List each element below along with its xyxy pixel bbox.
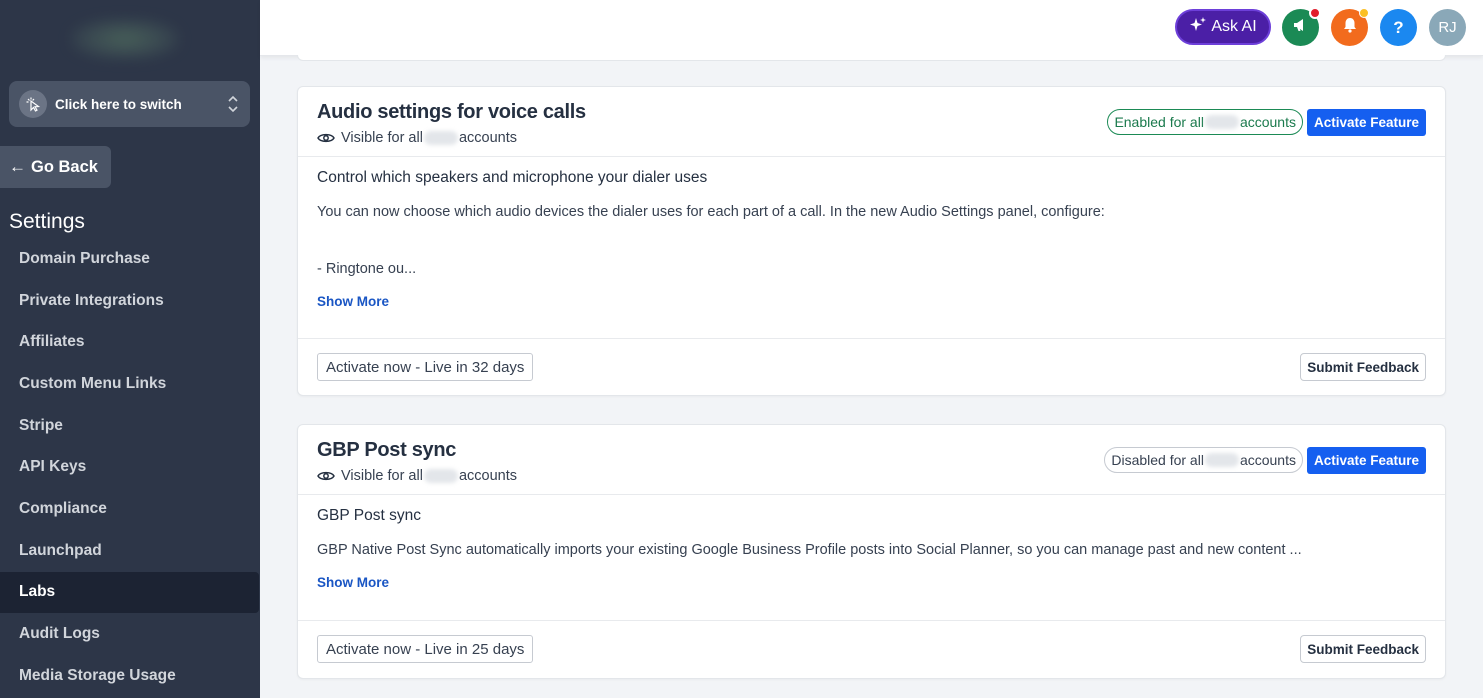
feature-card-body: Control which speakers and microphone yo…	[298, 157, 1445, 339]
show-more-link[interactable]: Show More	[317, 294, 389, 309]
avatar[interactable]: RJ	[1429, 9, 1466, 46]
feature-card-footer: Activate now - Live in 25 days Submit Fe…	[298, 621, 1445, 678]
feature-card-header: GBP Post sync Visible for all accounts D…	[298, 425, 1445, 495]
feature-description-line: - Ringtone ou...	[317, 261, 417, 277]
submit-feedback-button[interactable]: Submit Feedback	[1300, 635, 1426, 663]
feature-subtitle: GBP Post sync	[317, 507, 421, 524]
ask-ai-label: Ask AI	[1211, 18, 1257, 35]
avatar-initials: RJ	[1438, 19, 1457, 36]
visibility-suffix: accounts	[458, 468, 517, 484]
notification-dot	[1359, 8, 1369, 18]
activate-now-button[interactable]: Activate now - Live in 25 days	[317, 635, 534, 663]
ask-ai-button[interactable]: Ask AI	[1175, 9, 1271, 45]
redacted-name	[423, 469, 458, 483]
status-suffix: accounts	[1239, 452, 1296, 468]
feature-card-header: Audio settings for voice calls Visible f…	[298, 87, 1445, 157]
redacted-name	[1204, 453, 1239, 467]
question-icon: ?	[1393, 17, 1404, 37]
status-prefix: Disabled for all	[1111, 452, 1204, 468]
help-button[interactable]: ?	[1380, 9, 1417, 46]
account-switcher[interactable]: Click here to switch	[9, 81, 250, 127]
settings-menu: Domain Purchase Private Integrations Aff…	[0, 238, 260, 697]
sidebar-item-private-integrations[interactable]: Private Integrations	[0, 280, 260, 322]
feature-description: You can now choose which audio devices t…	[317, 204, 1105, 220]
previous-card-edge	[297, 55, 1446, 61]
sidebar-item-api-keys[interactable]: API Keys	[0, 446, 260, 488]
feature-card-body: GBP Post sync GBP Native Post Sync autom…	[298, 495, 1445, 621]
sidebar-item-stripe[interactable]: Stripe	[0, 405, 260, 447]
visibility-prefix: Visible for all	[341, 468, 423, 484]
feature-card: GBP Post sync Visible for all accounts D…	[297, 424, 1446, 679]
bell-icon	[1341, 16, 1359, 39]
arrow-left-icon: ←	[9, 157, 26, 176]
eye-icon	[317, 471, 335, 481]
activate-now-button[interactable]: Activate now - Live in 32 days	[317, 353, 534, 381]
eye-icon	[317, 133, 335, 143]
top-header: Ask AI ? RJ	[260, 0, 1483, 56]
go-back-label: Go Back	[31, 157, 98, 176]
redacted-name	[1204, 115, 1239, 129]
pointer-click-icon	[19, 90, 47, 118]
status-prefix: Enabled for all	[1114, 114, 1204, 130]
visibility-suffix: accounts	[458, 130, 517, 146]
sidebar-item-custom-menu-links[interactable]: Custom Menu Links	[0, 363, 260, 405]
go-back-button[interactable]: ← Go Back	[0, 146, 111, 188]
feature-subtitle: Control which speakers and microphone yo…	[317, 169, 708, 186]
notifications-button[interactable]	[1331, 8, 1369, 46]
visibility-prefix: Visible for all	[341, 130, 423, 146]
sidebar-item-launchpad[interactable]: Launchpad	[0, 530, 260, 572]
sidebar-item-compliance[interactable]: Compliance	[0, 488, 260, 530]
sidebar-item-labs[interactable]: Labs	[0, 571, 259, 614]
chevron-up-down-icon	[226, 93, 240, 115]
feature-title: Audio settings for voice calls	[317, 101, 586, 123]
sidebar-item-domain-purchase[interactable]: Domain Purchase	[0, 238, 260, 280]
settings-title: Settings	[9, 210, 85, 233]
sidebar-item-affiliates[interactable]: Affiliates	[0, 321, 260, 363]
sidebar-item-media-storage-usage[interactable]: Media Storage Usage	[0, 655, 260, 697]
feature-description: GBP Native Post Sync automatically impor…	[317, 542, 1302, 558]
redacted-name	[423, 131, 458, 145]
feature-title: GBP Post sync	[317, 439, 457, 461]
brand-logo[interactable]	[70, 18, 180, 60]
visibility-row: Visible for all accounts	[317, 468, 517, 484]
feature-card: Audio settings for voice calls Visible f…	[297, 86, 1446, 396]
status-badge: Disabled for all accounts	[1104, 447, 1303, 473]
visibility-row: Visible for all accounts	[317, 130, 517, 146]
status-suffix: accounts	[1239, 114, 1296, 130]
megaphone-icon	[1292, 16, 1310, 39]
sparkle-icon	[1189, 16, 1207, 39]
activate-feature-button[interactable]: Activate Feature	[1306, 447, 1426, 474]
notification-dot	[1309, 7, 1321, 19]
sidebar: Click here to switch ← Go Back Settings …	[0, 0, 260, 698]
feature-card-footer: Activate now - Live in 32 days Submit Fe…	[298, 339, 1445, 396]
submit-feedback-button[interactable]: Submit Feedback	[1300, 353, 1426, 381]
activate-feature-button[interactable]: Activate Feature	[1306, 109, 1426, 136]
show-more-link[interactable]: Show More	[317, 575, 389, 590]
switcher-label: Click here to switch	[55, 96, 182, 112]
announcements-button[interactable]	[1282, 7, 1321, 46]
sidebar-item-audit-logs[interactable]: Audit Logs	[0, 613, 260, 655]
status-badge: Enabled for all accounts	[1107, 109, 1303, 135]
